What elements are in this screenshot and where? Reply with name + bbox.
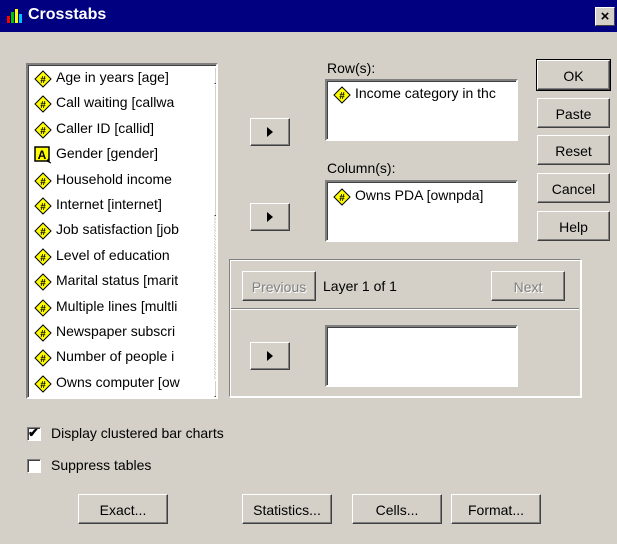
variable-label: Marital status [marit bbox=[56, 272, 179, 289]
variable-label: Number of people i bbox=[56, 348, 175, 365]
variable-label: Caller ID [callid] bbox=[56, 119, 155, 136]
variable-list-item[interactable]: Number of people i bbox=[32, 347, 200, 370]
variable-label: Household income bbox=[56, 170, 172, 187]
window-title: Crosstabs bbox=[28, 6, 107, 23]
variable-label: Gender [gender] bbox=[56, 145, 158, 162]
variable-label: Owns computer [ow bbox=[56, 373, 180, 390]
move-to-columns-button[interactable] bbox=[250, 203, 290, 231]
variable-label: Multiple lines [multli bbox=[56, 297, 178, 314]
variable-list-item[interactable]: Internet [internet] bbox=[32, 195, 200, 218]
paste-button[interactable]: Paste bbox=[537, 98, 610, 128]
string-variable-icon bbox=[34, 146, 52, 164]
layer-divider bbox=[231, 308, 579, 309]
variable-list-item[interactable]: Marital status [marit bbox=[32, 271, 200, 294]
crosstabs-dialog: Crosstabs × Age in years [age] Call waiti… bbox=[0, 0, 617, 544]
numeric-variable-icon bbox=[34, 197, 52, 215]
variable-label: Level of education bbox=[56, 246, 170, 263]
cells-button[interactable]: Cells... bbox=[352, 494, 442, 524]
right-arrow-icon bbox=[267, 351, 273, 361]
numeric-variable-icon bbox=[34, 273, 52, 291]
source-variable-list[interactable]: Age in years [age] Call waiting [callwa Ca… bbox=[26, 63, 218, 399]
numeric-variable-icon bbox=[34, 222, 52, 240]
exact-button[interactable]: Exact... bbox=[78, 494, 168, 524]
scroll-down-button[interactable] bbox=[214, 380, 216, 397]
variable-list-item[interactable]: Gender [gender] bbox=[32, 144, 200, 167]
statistics-button[interactable]: Statistics... bbox=[242, 494, 332, 524]
variable-list-item[interactable]: Age in years [age] bbox=[32, 68, 200, 91]
numeric-variable-icon bbox=[34, 121, 52, 139]
rows-box[interactable]: Income category in thc bbox=[325, 79, 518, 141]
suppress-tables-label: Suppress tables bbox=[51, 457, 152, 473]
columns-item[interactable]: Owns PDA [ownpda] bbox=[333, 187, 513, 207]
variable-list-item[interactable]: Owns computer [ow bbox=[32, 373, 200, 396]
variable-list-item[interactable]: Caller ID [callid] bbox=[32, 119, 200, 142]
right-arrow-icon bbox=[267, 212, 273, 222]
previous-layer-button[interactable]: Previous bbox=[242, 271, 316, 301]
columns-label: Column(s): bbox=[327, 160, 396, 176]
variable-label: Call waiting [callwa bbox=[56, 94, 175, 111]
variable-list-item[interactable]: Call waiting [callwa bbox=[32, 93, 200, 116]
layer-status: Layer 1 of 1 bbox=[323, 278, 397, 294]
ok-button[interactable]: OK bbox=[536, 59, 611, 91]
rows-item[interactable]: Income category in thc bbox=[333, 85, 513, 105]
variable-label: Newspaper subscri bbox=[56, 323, 176, 339]
variable-label: Age in years [age] bbox=[56, 69, 169, 85]
move-to-layer-button[interactable] bbox=[250, 342, 290, 370]
next-layer-button[interactable]: Next bbox=[491, 271, 565, 301]
variable-list-item[interactable]: Newspaper subscri bbox=[32, 322, 200, 345]
scroll-thumb[interactable] bbox=[214, 84, 216, 216]
rows-label: Row(s): bbox=[327, 60, 376, 76]
numeric-variable-icon bbox=[34, 172, 52, 190]
clustered-bar-label: Display clustered bar charts bbox=[51, 425, 224, 441]
variable-label: Internet [internet] bbox=[56, 196, 162, 212]
checkmark-icon: ✔ bbox=[28, 425, 39, 440]
numeric-variable-icon bbox=[333, 86, 351, 104]
numeric-variable-icon bbox=[34, 299, 52, 317]
move-to-rows-button[interactable] bbox=[250, 118, 290, 146]
numeric-variable-icon bbox=[34, 95, 52, 113]
layer-box[interactable] bbox=[325, 325, 518, 387]
numeric-variable-icon bbox=[34, 349, 52, 367]
variable-label: Job satisfaction [job bbox=[56, 221, 179, 238]
scroll-up-button[interactable] bbox=[214, 67, 216, 84]
help-button[interactable]: Help bbox=[537, 211, 610, 241]
numeric-variable-icon bbox=[34, 248, 52, 266]
clustered-bar-checkbox[interactable]: ✔ bbox=[27, 425, 41, 441]
cancel-button[interactable]: Cancel bbox=[537, 173, 610, 203]
title-bar: Crosstabs × bbox=[0, 0, 617, 32]
columns-box[interactable]: Owns PDA [ownpda] bbox=[325, 180, 518, 242]
close-button[interactable]: × bbox=[595, 7, 615, 26]
variable-list-item[interactable]: Job satisfaction [job bbox=[32, 220, 200, 243]
numeric-variable-icon bbox=[333, 188, 351, 206]
numeric-variable-icon bbox=[34, 70, 52, 88]
reset-button[interactable]: Reset bbox=[537, 135, 610, 165]
app-icon bbox=[7, 9, 22, 23]
format-button[interactable]: Format... bbox=[451, 494, 541, 524]
right-arrow-icon bbox=[267, 127, 273, 137]
suppress-tables-checkbox[interactable] bbox=[27, 459, 41, 473]
variable-list-item[interactable]: Level of education bbox=[32, 246, 200, 269]
variable-list-scrollbar[interactable] bbox=[214, 67, 216, 397]
variable-list-item[interactable]: Household income bbox=[32, 170, 200, 193]
variable-list-item[interactable]: Multiple lines [multli bbox=[32, 297, 200, 320]
numeric-variable-icon bbox=[34, 324, 52, 342]
numeric-variable-icon bbox=[34, 375, 52, 393]
